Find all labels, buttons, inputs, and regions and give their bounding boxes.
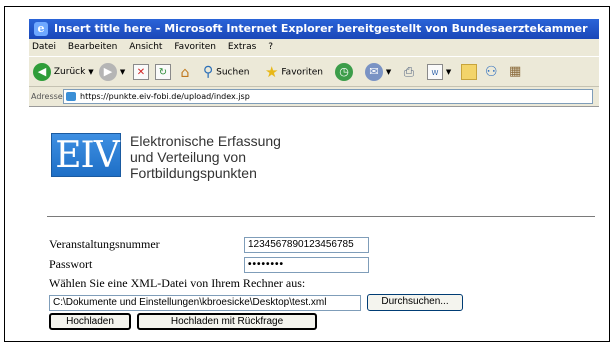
title-bar: e Insert title here - Microsoft Internet… bbox=[29, 19, 599, 39]
password-label: Passwort bbox=[49, 257, 93, 271]
menu-ansicht[interactable]: Ansicht bbox=[129, 42, 162, 52]
event-number-label: Veranstaltungsnummer bbox=[49, 237, 160, 251]
home-icon: ⌂ bbox=[180, 64, 190, 81]
history-button[interactable]: ◷ bbox=[335, 62, 353, 82]
window-title: Insert title here - Microsoft Internet E… bbox=[54, 22, 588, 35]
page-content: EIV Elektronische Erfassung und Verteilu… bbox=[29, 107, 599, 339]
page-icon bbox=[66, 92, 76, 101]
eiv-logo: EIV bbox=[51, 133, 121, 177]
word-icon: W bbox=[427, 63, 443, 80]
back-button[interactable]: ◀ Zurück ▼ bbox=[33, 62, 94, 82]
site-title-line-2: und Verteilung von bbox=[130, 149, 246, 165]
divider bbox=[47, 216, 595, 217]
stop-icon: ✕ bbox=[133, 63, 149, 80]
star-icon: ★ bbox=[265, 63, 279, 81]
mail-button[interactable]: ✉ ▼ bbox=[365, 62, 391, 82]
upload-button[interactable]: Hochladen bbox=[49, 313, 131, 330]
address-label: Adresse bbox=[31, 92, 63, 101]
menu-bearbeiten[interactable]: Bearbeiten bbox=[68, 42, 117, 52]
history-icon: ◷ bbox=[335, 62, 353, 81]
menu-bar: Datei Bearbeiten Ansicht Favoriten Extra… bbox=[29, 39, 599, 56]
file-prompt: Wählen Sie eine XML-Datei von Ihrem Rech… bbox=[49, 276, 306, 290]
favorites-button[interactable]: ★ Favoriten bbox=[265, 62, 323, 82]
folder-button[interactable] bbox=[461, 62, 477, 82]
menu-favoriten[interactable]: Favoriten bbox=[174, 42, 216, 52]
event-number-input[interactable]: 1234567890123456785 bbox=[244, 237, 369, 253]
forward-button[interactable]: ▶ ▼ bbox=[99, 62, 125, 82]
research-icon: ▦ bbox=[509, 64, 522, 79]
password-input[interactable]: •••••••• bbox=[244, 257, 369, 273]
refresh-button[interactable]: ↻ bbox=[155, 62, 171, 82]
search-button[interactable]: ⚲ Suchen bbox=[203, 62, 249, 82]
chevron-down-icon: ▼ bbox=[88, 68, 94, 76]
file-path-input[interactable]: C:\Dokumente und Einstellungen\kbroesick… bbox=[49, 295, 361, 311]
site-title: Elektronische Erfassung und Verteilung v… bbox=[130, 133, 281, 181]
address-input[interactable]: https://punkte.eiv-fobi.de/upload/index.… bbox=[63, 89, 593, 104]
menu-help[interactable]: ? bbox=[268, 42, 273, 52]
logo-text: EIV bbox=[55, 135, 120, 176]
upload-with-confirmation-button[interactable]: Hochladen mit Rückfrage bbox=[137, 313, 317, 330]
back-label: Zurück bbox=[53, 67, 86, 77]
internet-explorer-icon: e bbox=[34, 22, 48, 36]
print-icon: ⎙ bbox=[403, 64, 415, 80]
menu-extras[interactable]: Extras bbox=[228, 42, 256, 52]
menu-datei[interactable]: Datei bbox=[32, 42, 56, 52]
chevron-down-icon: ▼ bbox=[385, 68, 392, 76]
folder-icon bbox=[461, 63, 477, 80]
stop-button[interactable]: ✕ bbox=[133, 62, 149, 82]
refresh-icon: ↻ bbox=[155, 63, 171, 80]
chevron-down-icon: ▼ bbox=[119, 68, 126, 76]
address-url: https://punkte.eiv-fobi.de/upload/index.… bbox=[80, 92, 250, 101]
site-title-line-1: Elektronische Erfassung bbox=[130, 133, 281, 149]
search-icon: ⚲ bbox=[203, 64, 214, 80]
messenger-icon: ⚇ bbox=[485, 64, 498, 80]
chevron-down-icon: ▼ bbox=[445, 68, 452, 76]
research-button[interactable]: ▦ bbox=[509, 62, 521, 82]
toolbar: ◀ Zurück ▼ ▶ ▼ ✕ ↻ ⌂ ⚲ Suchen ★ Favorite… bbox=[29, 56, 599, 87]
favorites-label: Favoriten bbox=[281, 67, 323, 78]
home-button[interactable]: ⌂ bbox=[177, 62, 193, 82]
site-title-line-3: Fortbildungspunkten bbox=[130, 165, 257, 181]
search-label: Suchen bbox=[216, 67, 250, 78]
browse-button[interactable]: Durchsuchen... bbox=[367, 294, 463, 311]
forward-arrow-icon: ▶ bbox=[99, 62, 117, 81]
edit-button[interactable]: W ▼ bbox=[427, 62, 451, 82]
screenshot-frame: e Insert title here - Microsoft Internet… bbox=[4, 6, 610, 342]
browser-window: e Insert title here - Microsoft Internet… bbox=[29, 19, 599, 339]
mail-icon: ✉ bbox=[365, 62, 383, 81]
messenger-button[interactable]: ⚇ bbox=[485, 62, 498, 82]
address-bar: Adresse https://punkte.eiv-fobi.de/uploa… bbox=[29, 87, 599, 107]
back-arrow-icon: ◀ bbox=[33, 62, 51, 81]
print-button[interactable]: ⎙ bbox=[401, 62, 417, 82]
